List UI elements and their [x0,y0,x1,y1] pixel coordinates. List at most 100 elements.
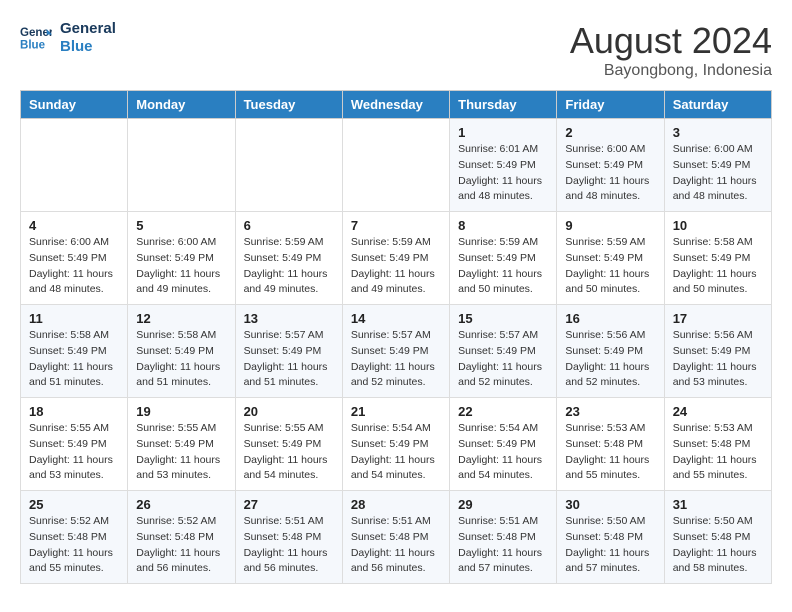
day-info: Sunrise: 6:00 AM Sunset: 5:49 PM Dayligh… [673,142,763,205]
day-number: 25 [29,497,119,512]
day-number: 16 [565,311,655,326]
calendar-cell: 8 Sunrise: 5:59 AM Sunset: 5:49 PM Daylig… [450,212,557,305]
logo: General Blue General Blue [20,20,116,56]
calendar-cell: 21 Sunrise: 5:54 AM Sunset: 5:49 PM Dayli… [342,398,449,491]
day-number: 28 [351,497,441,512]
calendar-cell: 6 Sunrise: 5:59 AM Sunset: 5:49 PM Daylig… [235,212,342,305]
day-info: Sunrise: 5:51 AM Sunset: 5:48 PM Dayligh… [244,514,334,577]
calendar-cell: 22 Sunrise: 5:54 AM Sunset: 5:49 PM Dayli… [450,398,557,491]
calendar-cell: 29 Sunrise: 5:51 AM Sunset: 5:48 PM Dayli… [450,491,557,584]
day-info: Sunrise: 6:00 AM Sunset: 5:49 PM Dayligh… [29,235,119,298]
calendar-cell: 28 Sunrise: 5:51 AM Sunset: 5:48 PM Dayli… [342,491,449,584]
calendar-cell [342,119,449,212]
calendar-cell [235,119,342,212]
day-number: 8 [458,218,548,233]
day-number: 5 [136,218,226,233]
day-number: 19 [136,404,226,419]
calendar-week-row: 18 Sunrise: 5:55 AM Sunset: 5:49 PM Dayli… [21,398,772,491]
logo-icon: General Blue [20,22,52,54]
day-info: Sunrise: 5:58 AM Sunset: 5:49 PM Dayligh… [673,235,763,298]
day-info: Sunrise: 5:54 AM Sunset: 5:49 PM Dayligh… [458,421,548,484]
day-number: 20 [244,404,334,419]
calendar-cell: 1Sunrise: 6:01 AM Sunset: 5:49 PM Daylig… [450,119,557,212]
day-number: 6 [244,218,334,233]
logo-blue-text: Blue [60,38,116,56]
day-info: Sunrise: 5:59 AM Sunset: 5:49 PM Dayligh… [351,235,441,298]
day-info: Sunrise: 5:57 AM Sunset: 5:49 PM Dayligh… [458,328,548,391]
day-number: 9 [565,218,655,233]
calendar-cell: 14 Sunrise: 5:57 AM Sunset: 5:49 PM Dayli… [342,305,449,398]
calendar-cell: 11 Sunrise: 5:58 AM Sunset: 5:49 PM Dayli… [21,305,128,398]
day-info: Sunrise: 5:59 AM Sunset: 5:49 PM Dayligh… [244,235,334,298]
calendar-week-row: 4Sunrise: 6:00 AM Sunset: 5:49 PM Daylig… [21,212,772,305]
day-number: 21 [351,404,441,419]
day-info: Sunrise: 6:01 AM Sunset: 5:49 PM Dayligh… [458,142,548,205]
day-info: Sunrise: 5:52 AM Sunset: 5:48 PM Dayligh… [136,514,226,577]
day-number: 14 [351,311,441,326]
day-number: 15 [458,311,548,326]
calendar-cell [21,119,128,212]
logo-general-text: General [60,20,116,38]
calendar-cell: 18 Sunrise: 5:55 AM Sunset: 5:49 PM Dayli… [21,398,128,491]
calendar-week-row: 25 Sunrise: 5:52 AM Sunset: 5:48 PM Dayli… [21,491,772,584]
day-info: Sunrise: 6:00 AM Sunset: 5:49 PM Dayligh… [565,142,655,205]
day-number: 7 [351,218,441,233]
weekday-header-row: SundayMondayTuesdayWednesdayThursdayFrid… [21,91,772,119]
day-info: Sunrise: 5:53 AM Sunset: 5:48 PM Dayligh… [673,421,763,484]
day-number: 17 [673,311,763,326]
day-info: Sunrise: 5:58 AM Sunset: 5:49 PM Dayligh… [29,328,119,391]
day-number: 3 [673,125,763,140]
calendar-cell: 31 Sunrise: 5:50 AM Sunset: 5:48 PM Dayli… [664,491,771,584]
day-info: Sunrise: 5:53 AM Sunset: 5:48 PM Dayligh… [565,421,655,484]
day-info: Sunrise: 5:50 AM Sunset: 5:48 PM Dayligh… [673,514,763,577]
day-info: Sunrise: 6:00 AM Sunset: 5:49 PM Dayligh… [136,235,226,298]
calendar-week-row: 11 Sunrise: 5:58 AM Sunset: 5:49 PM Dayli… [21,305,772,398]
day-number: 10 [673,218,763,233]
day-info: Sunrise: 5:56 AM Sunset: 5:49 PM Dayligh… [565,328,655,391]
day-number: 31 [673,497,763,512]
day-info: Sunrise: 5:59 AM Sunset: 5:49 PM Dayligh… [458,235,548,298]
calendar-cell: 17Sunrise: 5:56 AM Sunset: 5:49 PM Dayli… [664,305,771,398]
calendar-cell: 10 Sunrise: 5:58 AM Sunset: 5:49 PM Dayli… [664,212,771,305]
day-info: Sunrise: 5:57 AM Sunset: 5:49 PM Dayligh… [244,328,334,391]
weekday-header-wednesday: Wednesday [342,91,449,119]
calendar-cell: 3 Sunrise: 6:00 AM Sunset: 5:49 PM Daylig… [664,119,771,212]
weekday-header-monday: Monday [128,91,235,119]
day-info: Sunrise: 5:57 AM Sunset: 5:49 PM Dayligh… [351,328,441,391]
day-number: 29 [458,497,548,512]
calendar-cell: 15 Sunrise: 5:57 AM Sunset: 5:49 PM Dayli… [450,305,557,398]
day-info: Sunrise: 5:59 AM Sunset: 5:49 PM Dayligh… [565,235,655,298]
weekday-header-friday: Friday [557,91,664,119]
calendar-cell: 4Sunrise: 6:00 AM Sunset: 5:49 PM Daylig… [21,212,128,305]
calendar-cell: 16 Sunrise: 5:56 AM Sunset: 5:49 PM Dayli… [557,305,664,398]
calendar-cell: 9 Sunrise: 5:59 AM Sunset: 5:49 PM Daylig… [557,212,664,305]
day-info: Sunrise: 5:54 AM Sunset: 5:49 PM Dayligh… [351,421,441,484]
calendar-cell: 25 Sunrise: 5:52 AM Sunset: 5:48 PM Dayli… [21,491,128,584]
calendar-cell: 26 Sunrise: 5:52 AM Sunset: 5:48 PM Dayli… [128,491,235,584]
day-number: 22 [458,404,548,419]
calendar-cell [128,119,235,212]
calendar-cell: 12Sunrise: 5:58 AM Sunset: 5:49 PM Dayli… [128,305,235,398]
calendar-cell: 5 Sunrise: 6:00 AM Sunset: 5:49 PM Daylig… [128,212,235,305]
day-info: Sunrise: 5:55 AM Sunset: 5:49 PM Dayligh… [29,421,119,484]
day-number: 27 [244,497,334,512]
day-number: 11 [29,311,119,326]
day-number: 26 [136,497,226,512]
day-info: Sunrise: 5:52 AM Sunset: 5:48 PM Dayligh… [29,514,119,577]
day-info: Sunrise: 5:51 AM Sunset: 5:48 PM Dayligh… [458,514,548,577]
calendar-cell: 24Sunrise: 5:53 AM Sunset: 5:48 PM Dayli… [664,398,771,491]
day-info: Sunrise: 5:55 AM Sunset: 5:49 PM Dayligh… [244,421,334,484]
day-info: Sunrise: 5:58 AM Sunset: 5:49 PM Dayligh… [136,328,226,391]
weekday-header-sunday: Sunday [21,91,128,119]
calendar-cell: 30Sunrise: 5:50 AM Sunset: 5:48 PM Dayli… [557,491,664,584]
day-number: 18 [29,404,119,419]
day-number: 2 [565,125,655,140]
calendar-cell: 23Sunrise: 5:53 AM Sunset: 5:48 PM Dayli… [557,398,664,491]
weekday-header-saturday: Saturday [664,91,771,119]
day-info: Sunrise: 5:51 AM Sunset: 5:48 PM Dayligh… [351,514,441,577]
calendar-cell: 27 Sunrise: 5:51 AM Sunset: 5:48 PM Dayli… [235,491,342,584]
svg-text:Blue: Blue [20,40,46,52]
title-block: August 2024 Bayongbong, Indonesia [570,20,772,80]
day-info: Sunrise: 5:55 AM Sunset: 5:49 PM Dayligh… [136,421,226,484]
calendar-title: August 2024 [570,20,772,62]
